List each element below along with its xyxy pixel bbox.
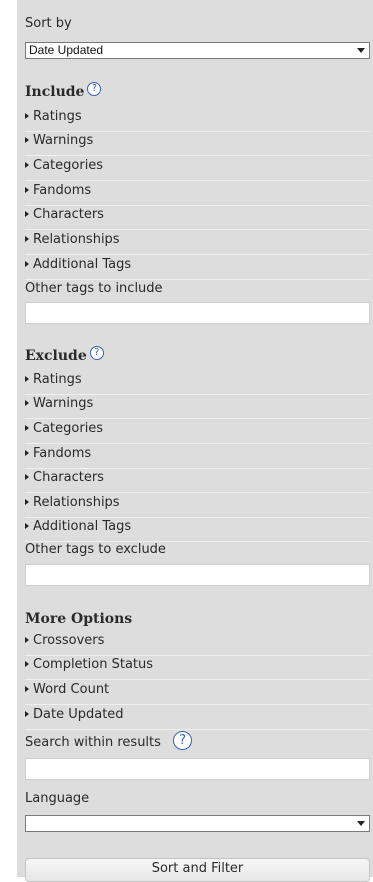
triangle-right-icon [25,499,29,505]
more-item-completion-status[interactable]: Completion Status [25,656,370,680]
exclude-item-label: Additional Tags [33,519,132,534]
triangle-right-icon [25,474,29,480]
sort-and-filter-button[interactable]: Sort and Filter [25,858,370,882]
search-within-results-input[interactable] [25,758,370,780]
exclude-item-fandoms[interactable]: Fandoms [25,445,370,469]
exclude-item-additional-tags[interactable]: Additional Tags [25,518,370,542]
include-item-categories[interactable]: Categories [25,157,370,181]
chevron-down-icon [357,48,365,53]
include-item-label: Relationships [33,232,120,247]
exclude-heading: Exclude? [25,346,104,364]
other-tags-include-input[interactable] [25,302,370,324]
include-item-label: Characters [33,207,104,222]
triangle-right-icon [25,686,29,692]
other-tags-exclude-label: Other tags to exclude [25,542,166,557]
exclude-item-label: Warnings [33,396,94,411]
exclude-item-label: Ratings [33,372,82,387]
exclude-heading-text: Exclude [25,348,87,364]
triangle-right-icon [25,261,29,267]
search-help-icon[interactable]: ? [173,731,193,750]
exclude-item-warnings[interactable]: Warnings [25,395,370,419]
triangle-right-icon [25,376,29,382]
triangle-right-icon [25,425,29,431]
triangle-right-icon [25,661,29,667]
exclude-item-relationships[interactable]: Relationships [25,494,370,518]
language-label: Language [25,791,90,806]
exclude-item-label: Categories [33,421,104,436]
include-item-characters[interactable]: Characters [25,206,370,230]
other-tags-exclude-input[interactable] [25,564,370,586]
triangle-right-icon [25,211,29,217]
more-item-label: Crossovers [33,633,105,648]
include-item-ratings[interactable]: Ratings [25,108,370,132]
more-item-word-count[interactable]: Word Count [25,681,370,705]
include-heading: Include? [25,82,102,100]
exclude-item-label: Characters [33,470,104,485]
triangle-right-icon [25,187,29,193]
triangle-right-icon [25,236,29,242]
more-item-date-updated[interactable]: Date Updated [25,706,370,730]
exclude-item-categories[interactable]: Categories [25,420,370,444]
sort-by-label: Sort by [25,16,72,31]
triangle-right-icon [25,137,29,143]
more-item-crossovers[interactable]: Crossovers [25,632,370,656]
filter-panel: Sort by Date Updated Include? Ratings Wa… [17,0,373,882]
more-item-label: Word Count [33,682,110,697]
include-heading-text: Include [25,84,85,100]
include-item-label: Warnings [33,133,94,148]
triangle-right-icon [25,400,29,406]
exclude-item-label: Relationships [33,495,120,510]
triangle-right-icon [25,162,29,168]
include-item-relationships[interactable]: Relationships [25,231,370,255]
include-item-label: Categories [33,158,104,173]
include-help-icon[interactable]: ? [87,82,102,96]
include-item-label: Fandoms [33,183,92,198]
search-within-results-text: Search within results [25,735,161,750]
search-within-results-label: Search within results ? [25,731,193,750]
language-select[interactable] [25,815,370,832]
more-item-label: Date Updated [33,707,124,722]
triangle-right-icon [25,523,29,529]
chevron-down-icon [357,821,365,826]
other-tags-include-label: Other tags to include [25,281,163,296]
include-item-label: Ratings [33,109,82,124]
more-item-label: Completion Status [33,657,154,672]
include-item-additional-tags[interactable]: Additional Tags [25,256,370,280]
include-item-warnings[interactable]: Warnings [25,132,370,156]
include-item-label: Additional Tags [33,257,132,272]
sort-by-select[interactable]: Date Updated [25,42,370,59]
exclude-item-characters[interactable]: Characters [25,469,370,493]
triangle-right-icon [25,637,29,643]
triangle-right-icon [25,113,29,119]
sort-by-selected-value: Date Updated [29,43,104,57]
exclude-help-icon[interactable]: ? [89,346,104,360]
triangle-right-icon [25,450,29,456]
include-item-fandoms[interactable]: Fandoms [25,182,370,206]
triangle-right-icon [25,711,29,717]
exclude-item-label: Fandoms [33,446,92,461]
exclude-item-ratings[interactable]: Ratings [25,371,370,395]
more-options-heading: More Options [25,611,133,627]
